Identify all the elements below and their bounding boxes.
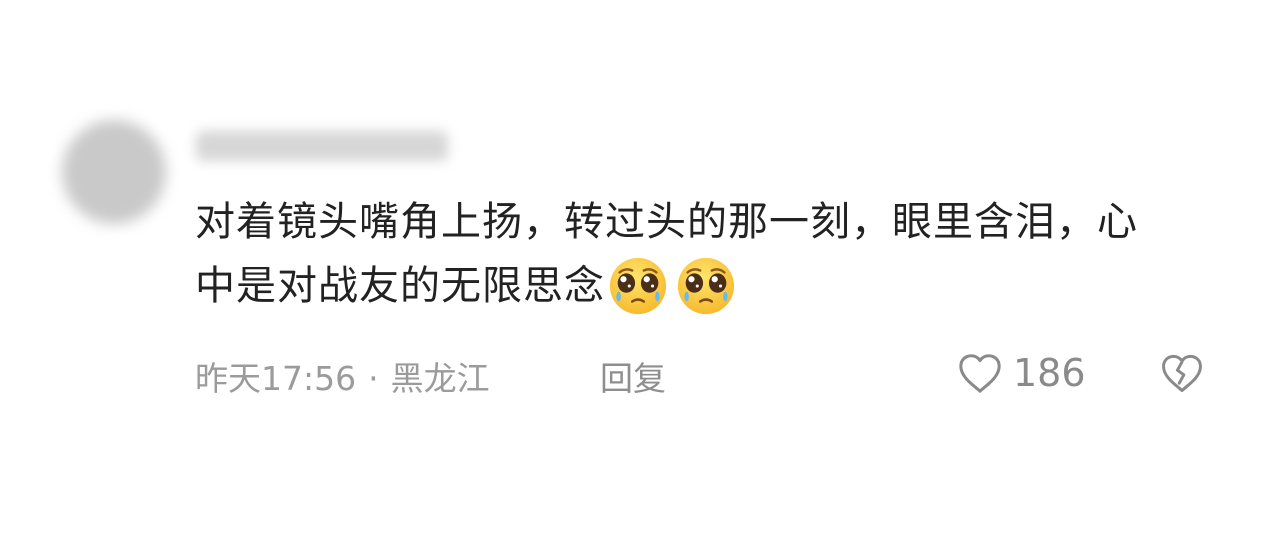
meta-separator: ·: [368, 359, 379, 398]
pleading-face-icon: [609, 257, 667, 314]
reply-button[interactable]: 回复: [600, 352, 666, 400]
emoji-group: [607, 252, 743, 317]
heart-outline-icon: [959, 354, 1001, 393]
like-count: 186: [1013, 351, 1086, 395]
pleading-face-icon: [677, 257, 735, 314]
avatar[interactable]: [62, 120, 166, 224]
comment-location: 黑龙江: [390, 359, 490, 398]
dislike-button[interactable]: [1158, 350, 1206, 404]
comment-text: 对着镜头嘴角上扬，转过头的那一刻，眼里含泪，心中是对战友的无限思念: [195, 190, 1155, 321]
like-button[interactable]: 186: [955, 350, 1086, 396]
comment-meta-left: 昨天17:56 · 黑龙江: [195, 352, 490, 400]
comment-meta: 昨天17:56 · 黑龙江 回复 186: [195, 348, 1235, 404]
username-blurred[interactable]: [196, 131, 448, 161]
comment-item: 对着镜头嘴角上扬，转过头的那一刻，眼里含泪，心中是对战友的无限思念 昨天17:5…: [0, 0, 1277, 544]
comment-time: 昨天17:56: [195, 359, 357, 398]
broken-heart-icon: [1162, 354, 1202, 393]
